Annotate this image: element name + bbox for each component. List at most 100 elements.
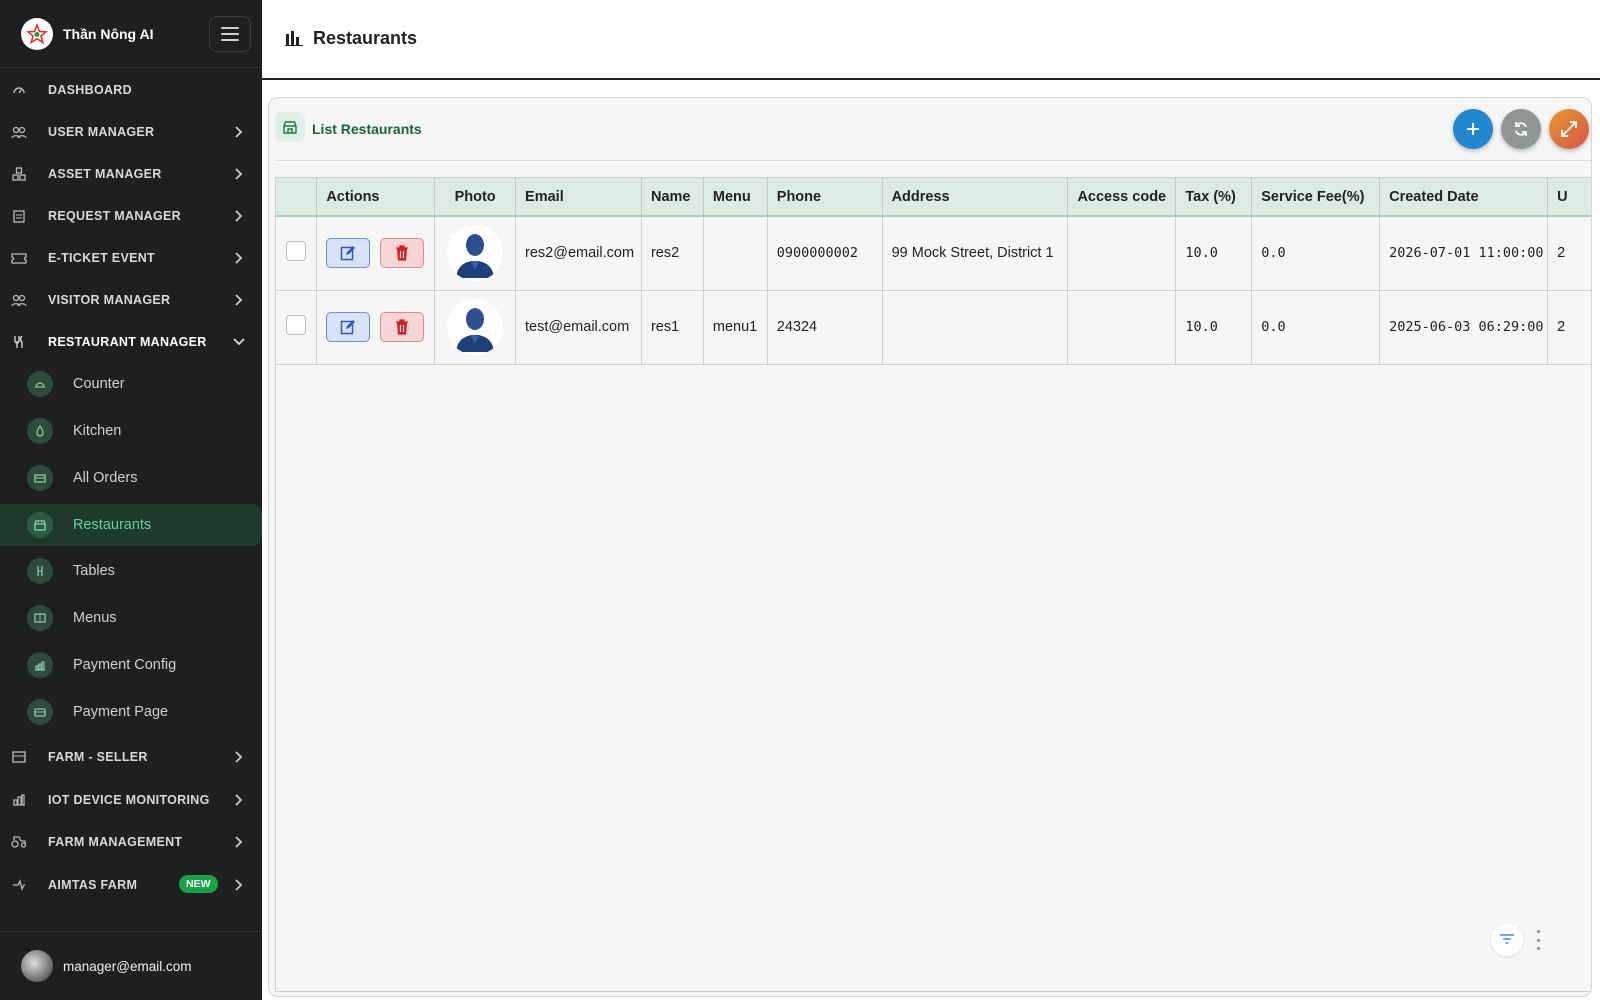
user-profile[interactable]: manager@email.com <box>0 931 262 1000</box>
phone-cell: 0900000002 <box>767 216 883 291</box>
edit-icon <box>341 246 356 261</box>
column-header-menu[interactable]: Menu <box>703 178 768 217</box>
avatar <box>21 950 53 982</box>
table-row: test@email.com res1 menu1 24324 10.0 0.0… <box>276 290 1591 365</box>
sidebar-subitem-label: Counter <box>73 376 125 392</box>
chevron-right-icon <box>232 835 246 849</box>
asset-icon <box>11 166 27 182</box>
column-header-access-code[interactable]: Access code <box>1067 178 1177 217</box>
tax-cell: 10.0 <box>1175 290 1253 365</box>
sidebar-item-restaurant-manager[interactable]: RESTAURANT MANAGER <box>0 320 262 363</box>
delete-button[interactable] <box>380 238 425 269</box>
column-header-email[interactable]: Email <box>515 178 642 217</box>
sidebar-subitem-menus[interactable]: Menus <box>0 597 262 639</box>
row-checkbox[interactable] <box>286 241 307 262</box>
actions-cell <box>316 290 436 365</box>
sidebar-item-label: FARM - SELLER <box>48 749 148 764</box>
sidebar-subitem-all-orders[interactable]: All Orders <box>0 457 262 499</box>
column-header-phone[interactable]: Phone <box>767 178 883 217</box>
restaurants-card: List Restaurants Actions Photo Email Nam… <box>268 97 1592 997</box>
updated-cell: 2 <box>1547 290 1591 365</box>
edit-icon <box>341 320 356 335</box>
sidebar-subitem-payment-config[interactable]: Payment Config <box>0 644 262 686</box>
sidebar-item-farm-management[interactable]: FARM MANAGEMENT <box>0 820 262 863</box>
sidebar-item-label: AIMTAS FARM <box>48 877 138 892</box>
expand-icon <box>1561 121 1577 137</box>
main-content: List Restaurants Actions Photo Email Nam… <box>262 82 1600 1000</box>
row-checkbox[interactable] <box>286 315 307 335</box>
sidebar-item-user-manager[interactable]: USER MANAGER <box>0 110 262 153</box>
orders-icon <box>27 465 53 491</box>
counter-icon <box>27 371 53 397</box>
user-email: manager@email.com <box>63 958 192 974</box>
sidebar-item-request-manager[interactable]: REQUEST MANAGER <box>0 194 262 237</box>
plus-icon <box>1467 123 1479 135</box>
sidebar-item-asset-manager[interactable]: ASSET MANAGER <box>0 152 262 195</box>
sidebar-item-e-ticket-event[interactable]: E-TICKET EVENT <box>0 236 262 279</box>
column-header-actions[interactable]: Actions <box>316 178 436 217</box>
star-logo-icon <box>21 17 53 50</box>
chevron-right-icon <box>232 878 246 892</box>
kitchen-icon <box>27 418 53 444</box>
column-header-address[interactable]: Address <box>882 178 1069 217</box>
column-header-updated[interactable]: U <box>1547 178 1591 217</box>
user-avatar-icon[interactable] <box>447 225 504 282</box>
sidebar-subitem-label: Tables <box>73 563 115 579</box>
sidebar-subitem-label: Menus <box>73 610 117 626</box>
delete-button[interactable] <box>380 312 425 342</box>
add-restaurant-button[interactable] <box>1453 109 1493 149</box>
hamburger-icon <box>221 27 239 29</box>
address-cell <box>882 290 1069 365</box>
name-cell: res1 <box>641 290 704 365</box>
column-header-name[interactable]: Name <box>641 178 704 217</box>
access-code-cell <box>1067 216 1177 291</box>
row-select-cell <box>276 216 318 291</box>
trash-icon <box>396 319 409 335</box>
name-cell: res2 <box>641 216 704 291</box>
tax-cell: 10.0 <box>1175 216 1253 291</box>
sidebar-subitem-kitchen[interactable]: Kitchen <box>0 410 262 452</box>
expand-button[interactable] <box>1549 109 1589 149</box>
sidebar-item-iot-device-monitoring[interactable]: IOT DEVICE MONITORING <box>0 778 262 821</box>
chevron-right-icon <box>232 167 246 181</box>
iot-icon <box>11 792 27 808</box>
edit-button[interactable] <box>326 312 371 342</box>
filter-button[interactable] <box>1491 924 1523 956</box>
payment-config-icon <box>27 652 53 678</box>
edit-button[interactable] <box>326 238 371 269</box>
sidebar-item-label: ASSET MANAGER <box>48 166 162 181</box>
sidebar-item-dashboard[interactable]: DASHBOARD <box>0 68 262 111</box>
menu-cell <box>703 216 768 291</box>
refresh-button[interactable] <box>1501 109 1541 149</box>
phone-cell: 24324 <box>767 290 883 365</box>
actions-cell <box>316 216 436 291</box>
sidebar-subitem-restaurants[interactable]: Restaurants <box>0 504 262 546</box>
bar-chart-icon <box>285 31 303 46</box>
sidebar-subitem-label: All Orders <box>73 470 138 486</box>
aimtas-icon <box>11 877 27 893</box>
app-name: Thần Nông AI <box>63 25 154 42</box>
more-options-button[interactable] <box>1532 930 1544 950</box>
sidebar-subitem-label: Payment Page <box>73 704 169 720</box>
page-title: Restaurants <box>313 28 418 48</box>
sidebar-subitem-counter[interactable]: Counter <box>0 363 262 405</box>
column-header-service-fee[interactable]: Service Fee(%) <box>1251 178 1381 217</box>
sidebar-item-aimtas-farm[interactable]: AIMTAS FARM NEW <box>0 863 262 906</box>
updated-cell: 2 <box>1547 216 1591 291</box>
store-icon <box>275 112 305 142</box>
chevron-right-icon <box>232 793 246 807</box>
sidebar-item-farm-seller[interactable]: FARM - SELLER <box>0 735 262 778</box>
sidebar-subitem-label: Restaurants <box>73 517 152 533</box>
user-avatar-icon[interactable] <box>447 299 504 355</box>
column-header-tax[interactable]: Tax (%) <box>1175 178 1253 217</box>
sidebar-subitem-payment-page[interactable]: Payment Page <box>0 691 262 733</box>
filter-icon <box>1500 934 1514 944</box>
menu-toggle-button[interactable] <box>209 16 251 52</box>
sidebar-item-label: FARM MANAGEMENT <box>48 834 183 849</box>
sidebar-item-visitor-manager[interactable]: VISITOR MANAGER <box>0 278 262 321</box>
photo-cell <box>434 290 517 365</box>
sidebar-subitem-tables[interactable]: Tables <box>0 550 262 592</box>
column-header-created-date[interactable]: Created Date <box>1379 178 1549 217</box>
column-header-photo[interactable]: Photo <box>434 178 517 217</box>
visitor-icon <box>11 292 27 308</box>
